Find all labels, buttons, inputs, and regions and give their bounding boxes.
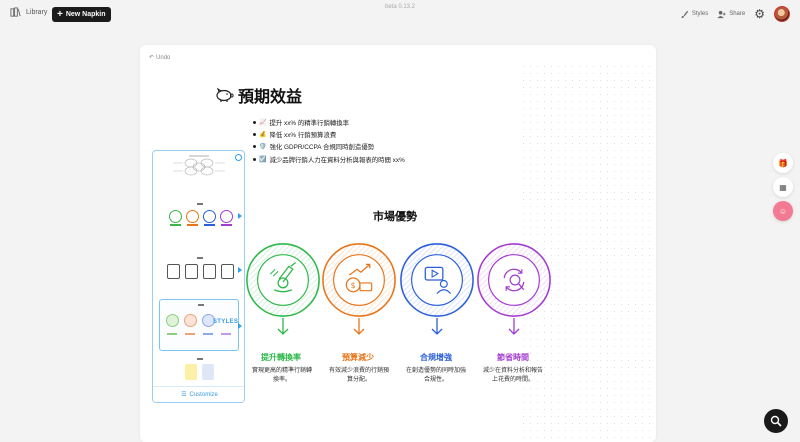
gear-icon[interactable]: ⚙ [754, 7, 765, 21]
benefit-circle-time[interactable] [475, 241, 553, 319]
share-button[interactable]: Share [717, 10, 745, 19]
radial-diagram-thumbnail [173, 155, 225, 176]
shield-icon: 🛡️ [259, 144, 267, 151]
customize-button[interactable]: ☰ Customize [153, 386, 244, 402]
top-bar: Library + New Napkin beta 0.13.2 Styles … [0, 0, 800, 30]
style-thumbnail[interactable] [159, 356, 239, 386]
grid-icon: ▦ [779, 182, 787, 192]
search-icon [770, 415, 782, 427]
benefit-circle-conversion[interactable] [244, 241, 322, 319]
style-thumbnail[interactable] [159, 201, 239, 249]
styles-button[interactable]: Styles [680, 10, 708, 19]
pin-icon[interactable] [235, 154, 242, 161]
add-user-icon [717, 10, 726, 18]
customize-label: Customize [189, 391, 218, 398]
help-button[interactable]: ☺ [773, 201, 793, 221]
money-bag-icon: 💰 [259, 132, 267, 139]
avatar[interactable] [774, 6, 790, 22]
list-item-text: 降低 xx% 行銷預算浪費 [269, 132, 337, 140]
diagram-title: 市場優勢 [373, 211, 417, 223]
arrow-right-icon [238, 267, 242, 273]
grid-button[interactable]: ▦ [773, 177, 793, 197]
column-description: 在創造優勢的同時加強合規性。 [406, 368, 467, 383]
style-thumbnail-selected[interactable]: STYLES [159, 299, 239, 351]
list-item: 📈 提升 xx% 的精準行銷轉換率 [253, 118, 405, 127]
column-description: 實現更高的精準行銷轉換率。 [252, 368, 313, 383]
list-item-text: 減少品牌行銷人力在資料分析與報表的時間 xx% [269, 156, 405, 164]
down-arrow-icon [353, 318, 365, 335]
video-user-icon [400, 243, 474, 317]
list-item: 💰 降低 xx% 行銷預算浪費 [253, 130, 405, 139]
sliders-icon: ☰ [181, 392, 187, 398]
bullet-dot [253, 121, 256, 124]
arrow-right-icon [238, 213, 242, 219]
list-item-text: 提升 xx% 的精準行銷轉換率 [269, 120, 350, 127]
undo-icon: ↶ [149, 55, 155, 61]
benefit-list: 📈 提升 xx% 的精準行銷轉換率 💰 降低 xx% 行銷預算浪費 🛡️ 強化 GDP… [253, 118, 405, 167]
column-description: 有效減少浪費的行銷預算分配。 [329, 368, 390, 383]
undo-label: Undo [156, 54, 171, 61]
styles-tag: STYLES [213, 319, 239, 325]
arrow-right-icon [238, 323, 242, 329]
search-fab[interactable] [764, 409, 788, 433]
column-description: 減少在資料分析和報告上花費的時間。 [483, 368, 544, 383]
bullet-dot [253, 145, 256, 149]
column-title: 提升轉換率 [261, 353, 301, 362]
brush-icon [681, 10, 688, 18]
benefit-circle-budget[interactable]: $ [320, 241, 398, 319]
money-growth-icon: $ [322, 243, 396, 317]
chart-up-icon: 📈 [259, 120, 267, 126]
library-label: Library [26, 9, 48, 16]
bullet-dot [253, 133, 256, 137]
style-picker-panel: STYLES ☰ Customize [152, 150, 245, 403]
plus-icon: + [57, 8, 63, 20]
down-arrow-icon [508, 318, 520, 335]
title-row: 預期效益 [214, 83, 302, 107]
undo-button[interactable]: ↶ Undo [149, 54, 171, 62]
style-thumbnail[interactable] [159, 153, 239, 201]
page-title: 預期效益 [238, 89, 303, 106]
help-icon: ☺ [778, 206, 788, 216]
new-napkin-label: New Napkin [65, 11, 106, 18]
column-title: 節省時間 [497, 353, 529, 362]
piggy-bank-icon [216, 87, 234, 102]
share-label: Share [729, 11, 746, 17]
list-item: ☑️ 減少品牌行銷人力在資料分析與報表的時間 xx% [253, 155, 405, 164]
list-item-text: 強化 GDPR/CCPA 合規同時創造優勢 [269, 144, 375, 152]
bullet-dot [253, 157, 256, 161]
gift-button[interactable]: 🎁 [773, 153, 793, 173]
gift-icon: 🎁 [778, 158, 788, 168]
checkbox-icon: ☑️ [259, 156, 267, 163]
column-title: 合規增強 [420, 353, 452, 362]
column-title: 預算減少 [342, 353, 374, 362]
search-refresh-icon [477, 243, 551, 317]
styles-label: Styles [691, 11, 709, 17]
down-arrow-icon [277, 318, 289, 335]
down-arrow-icon [431, 318, 443, 335]
microscope-icon [246, 243, 320, 317]
svg-text:$: $ [351, 281, 356, 290]
list-item: 🛡️ 強化 GDPR/CCPA 合規同時創造優勢 [253, 142, 405, 151]
style-thumbnail[interactable] [159, 255, 239, 303]
benefit-circle-compliance[interactable] [398, 241, 476, 319]
